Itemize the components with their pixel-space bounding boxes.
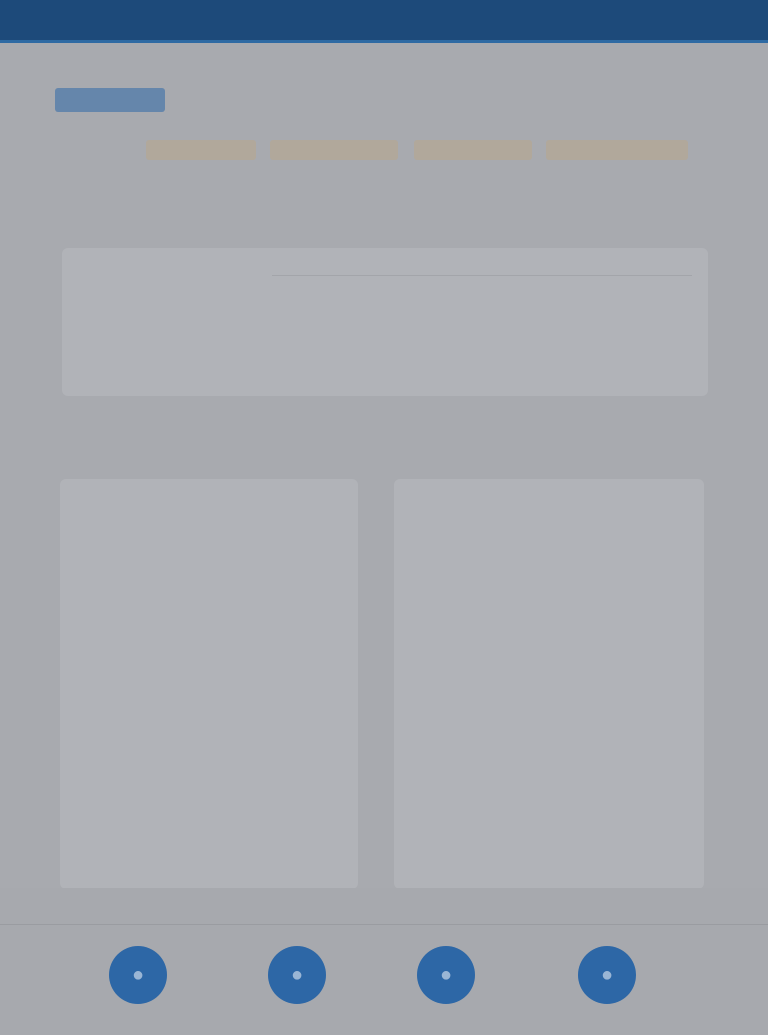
filter-pill[interactable] — [270, 140, 398, 160]
list-item[interactable] — [422, 511, 628, 525]
left-column-title — [60, 443, 250, 463]
bottom-nav-button-1[interactable]: ● — [109, 946, 167, 1004]
page-header — [55, 85, 715, 115]
circle-icon: ● — [439, 963, 453, 986]
list-item[interactable] — [422, 763, 636, 777]
list-item[interactable] — [88, 553, 288, 567]
list-item[interactable] — [422, 595, 628, 609]
filter-pill[interactable] — [146, 140, 256, 160]
circle-icon: ● — [290, 963, 304, 986]
right-column-title — [398, 443, 628, 463]
list-item[interactable] — [422, 679, 612, 693]
list-item[interactable] — [88, 511, 288, 525]
left-list-panel — [60, 479, 358, 889]
list-item[interactable] — [422, 721, 636, 735]
list-item[interactable] — [88, 805, 320, 819]
bottom-nav-button-3[interactable]: ● — [417, 946, 475, 1004]
logo[interactable] — [55, 88, 165, 112]
divider — [0, 924, 768, 925]
top-bar-meta — [708, 4, 756, 14]
summary-title — [64, 211, 304, 231]
list-item[interactable] — [88, 637, 288, 651]
list-item[interactable] — [422, 637, 618, 651]
filter-pill[interactable] — [414, 140, 532, 160]
right-list-panel — [394, 479, 704, 889]
top-bar-title — [310, 8, 470, 28]
list-item[interactable] — [88, 595, 288, 609]
header-link-1[interactable] — [495, 95, 595, 107]
list-item[interactable] — [88, 847, 320, 861]
circle-icon: ● — [600, 963, 614, 986]
list-item[interactable] — [422, 847, 636, 861]
top-bar — [0, 0, 768, 43]
summary-panel — [62, 248, 708, 396]
list-item[interactable] — [88, 763, 320, 777]
filter-label — [58, 142, 120, 158]
list-item[interactable] — [422, 805, 648, 819]
header-link-2[interactable] — [625, 95, 715, 107]
bottom-nav-button-2[interactable]: ● — [268, 946, 326, 1004]
list-item[interactable] — [88, 679, 308, 693]
summary-subtitle — [84, 266, 264, 282]
filter-pill[interactable] — [546, 140, 688, 160]
circle-icon: ● — [131, 963, 145, 986]
bottom-nav: ● ● ● ● — [0, 888, 768, 1035]
divider — [272, 275, 692, 276]
page-content — [0, 43, 768, 889]
bottom-nav-button-4[interactable]: ● — [578, 946, 636, 1004]
filter-bar — [58, 138, 698, 162]
logo-subtitle — [173, 93, 303, 107]
list-item[interactable] — [88, 721, 320, 735]
